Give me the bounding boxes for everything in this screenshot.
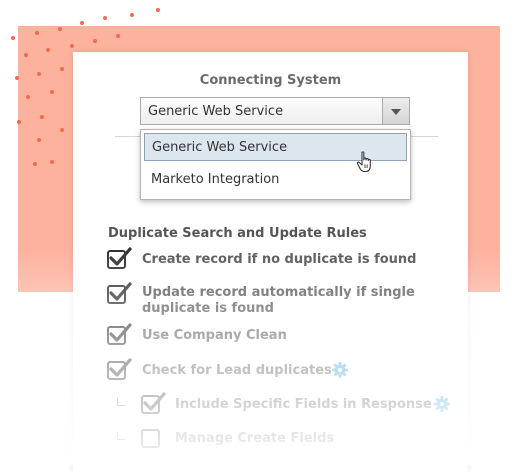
include-fields-label: Include Specific Fields in Response (175, 397, 432, 412)
connecting-system-title: Connecting System (199, 73, 342, 88)
decorative-dot (130, 13, 134, 17)
decorative-dot (50, 90, 54, 94)
gear-icon[interactable] (332, 362, 348, 378)
decorative-dot (80, 21, 84, 25)
tree-connector (117, 432, 125, 440)
hand-cursor-icon (356, 151, 371, 173)
decorative-dot (35, 31, 39, 35)
decorative-dot (103, 16, 107, 20)
decorative-dot (60, 128, 64, 132)
gear-icon[interactable] (434, 396, 450, 412)
decorative-dot (24, 53, 28, 57)
decorative-dot (46, 48, 50, 52)
include-fields-checkbox[interactable] (141, 392, 166, 414)
decorative-dot (40, 115, 44, 119)
decorative-dot (15, 76, 19, 80)
manage-create-fields-label: Manage Create Fields (175, 431, 335, 446)
decorative-dot (33, 162, 37, 166)
decorative-dot (58, 27, 62, 31)
create-record-checkbox[interactable] (107, 247, 132, 269)
decorative-dot (93, 39, 97, 43)
decorative-dot (17, 120, 21, 124)
update-record-checkbox[interactable] (107, 282, 132, 304)
chevron-down-icon[interactable] (382, 98, 409, 124)
decorative-dot (11, 36, 15, 40)
update-record-label-line1: Update record automatically if single (142, 285, 415, 300)
update-record-label-line2: duplicate is found (142, 301, 274, 316)
company-clean-checkbox[interactable] (107, 323, 132, 345)
decorative-dot (50, 160, 54, 164)
decorative-dot (37, 138, 41, 142)
select-value: Generic Web Service (148, 104, 284, 119)
decorative-dot (37, 72, 41, 76)
company-clean-label: Use Company Clean (142, 328, 287, 343)
lead-duplicates-label: Check for Lead duplicates (142, 363, 332, 378)
decorative-dot (116, 34, 120, 38)
create-record-label: Create record if no duplicate is found (142, 252, 417, 267)
manage-create-fields-checkbox[interactable] (141, 429, 160, 448)
duplicate-rules-heading: Duplicate Search and Update Rules (108, 226, 367, 241)
lead-duplicates-checkbox[interactable] (107, 358, 132, 380)
decorative-dot (26, 95, 30, 99)
decorative-dot (70, 44, 74, 48)
decorative-dot (60, 67, 64, 71)
tree-connector (117, 398, 125, 406)
connecting-system-select[interactable]: Generic Web Service (140, 97, 410, 125)
decorative-dot (156, 8, 160, 12)
